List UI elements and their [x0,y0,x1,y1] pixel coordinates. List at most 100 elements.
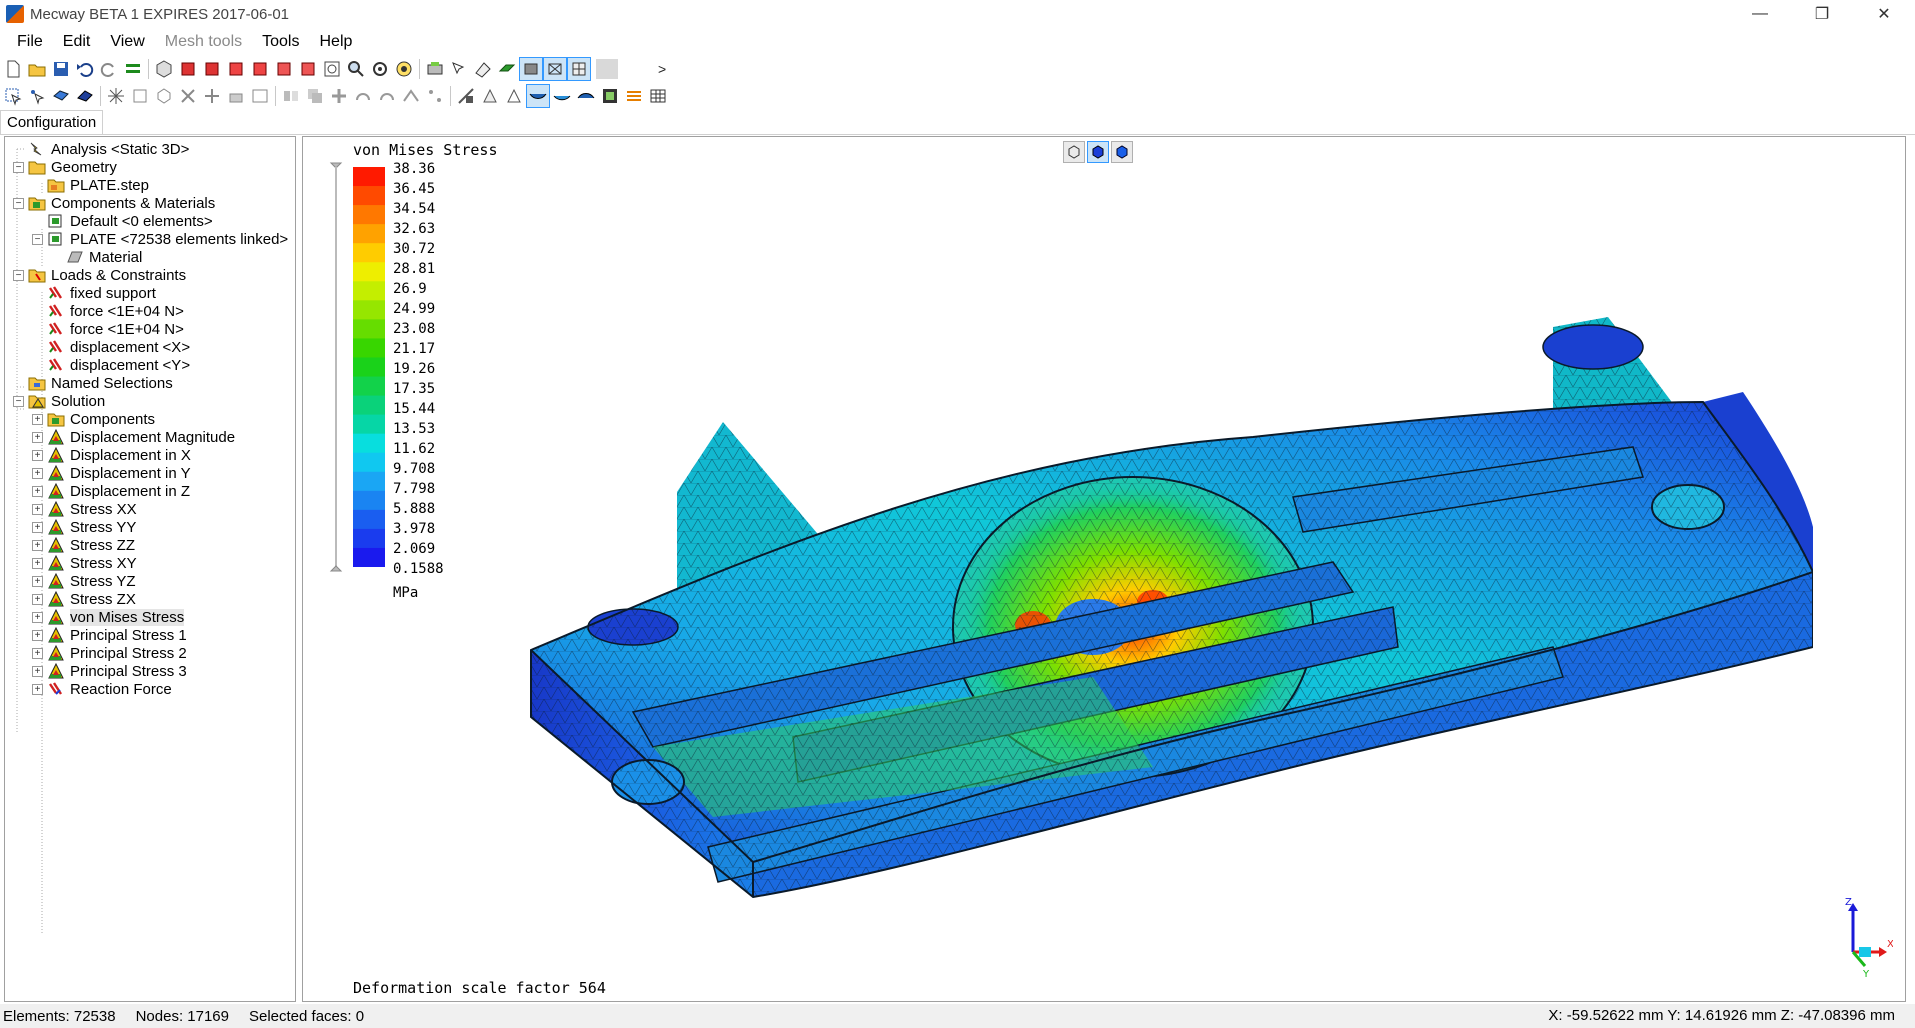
toolbar-scroll-right[interactable]: > [654,61,670,77]
mirror-icon[interactable] [280,85,302,107]
refine-icon[interactable] [201,85,223,107]
expand-icon[interactable]: + [32,557,43,569]
expand-icon[interactable]: + [32,521,43,533]
view-front-icon[interactable] [177,58,199,80]
expand-icon[interactable]: + [32,449,43,461]
legend-value: 15.44 [393,401,436,417]
copy-icon[interactable] [304,85,326,107]
collapse-icon[interactable]: − [32,233,43,245]
zoom-extents-icon[interactable] [321,58,343,80]
redo-icon[interactable] [98,58,120,80]
legend-value: 38.36 [393,161,436,177]
tree-item-label: fixed support [70,284,156,302]
expand-icon[interactable]: + [32,575,43,587]
expand-icon[interactable]: + [32,431,43,443]
wireframe-view-icon[interactable] [543,57,567,81]
solid-view-icon[interactable] [519,57,543,81]
menu-file[interactable]: File [7,30,53,54]
select-nodes-icon[interactable] [26,85,48,107]
deformed-shape-icon[interactable] [551,85,573,107]
menu-view[interactable]: View [100,30,154,54]
undo-icon[interactable] [74,58,96,80]
menu-help[interactable]: Help [309,30,362,54]
menu-tools[interactable]: Tools [252,30,309,54]
axis-label-y: Y [1862,969,1870,977]
view-back-icon[interactable] [201,58,223,80]
annotate-icon[interactable] [503,85,525,107]
tree-item[interactable]: + Reaction Force [32,678,172,700]
display-options-icon[interactable] [424,58,446,80]
measure-icon[interactable] [455,85,477,107]
menu-mesh-tools[interactable]: Mesh tools [155,30,252,54]
probe-icon[interactable] [479,85,501,107]
legend-range-slider[interactable] [329,161,343,573]
table-icon[interactable] [647,85,669,107]
extrude-icon[interactable] [225,85,247,107]
vector-plot-icon[interactable] [623,85,645,107]
cut-plane-icon[interactable] [472,58,494,80]
new-file-icon[interactable] [2,58,24,80]
view-left-icon[interactable] [225,58,247,80]
legend-swatch [353,490,385,511]
rotate-mesh-icon[interactable] [376,85,398,107]
minimize-button[interactable]: — [1729,0,1791,28]
legend-value: 0.1588 [393,561,444,577]
shaded-cube-icon[interactable] [1111,141,1133,163]
tab-configuration[interactable]: Configuration [0,110,104,134]
expand-icon[interactable]: + [32,665,43,677]
tree-item-label: Stress YY [70,518,137,536]
save-icon[interactable] [50,58,72,80]
select-mode-icon[interactable] [448,58,470,80]
view-right-icon[interactable] [249,58,271,80]
select-faces-icon[interactable] [50,85,72,107]
revolve-icon[interactable] [249,85,271,107]
select-edges-icon[interactable] [74,85,96,107]
explode-icon[interactable] [105,85,127,107]
open-folder-icon[interactable] [26,58,48,80]
mesh-lines-icon[interactable] [567,57,591,81]
tree-item-label: Components [70,410,156,428]
solid-cube-icon[interactable] [1087,141,1109,163]
expand-icon[interactable]: + [32,647,43,659]
view-top-icon[interactable] [273,58,295,80]
expand-icon[interactable]: + [32,539,43,551]
move-icon[interactable] [328,85,350,107]
tree-item-label: displacement <X> [70,338,191,356]
restore-button[interactable]: ❐ [1791,0,1853,28]
delete-icon[interactable] [177,85,199,107]
view-bottom-icon[interactable] [297,58,319,80]
contour-plot-icon[interactable] [526,84,550,108]
fea-stress-contour-model[interactable] [453,207,1813,987]
expand-icon[interactable]: + [32,593,43,605]
expand-icon[interactable]: + [32,611,43,623]
collapse-icon[interactable]: − [13,269,24,281]
node-tool-icon[interactable] [129,85,151,107]
graphics-viewport[interactable]: von Mises Stress 38.36 36.45 34.54 32.63 30.… [302,136,1906,1002]
expand-icon[interactable]: + [32,629,43,641]
expand-icon[interactable]: + [32,683,43,695]
wireframe-cube-icon[interactable] [1063,141,1085,163]
expand-icon[interactable]: + [32,485,43,497]
join-icon[interactable] [400,85,422,107]
split-icon[interactable] [424,85,446,107]
expand-icon[interactable]: + [32,413,43,425]
solve-icon[interactable] [122,58,144,80]
view-isometric-icon[interactable] [153,58,175,80]
legend-swatch [353,281,385,301]
menu-edit[interactable]: Edit [53,30,101,54]
collapse-icon[interactable]: − [13,395,24,407]
close-button[interactable]: ✕ [1853,0,1915,28]
zoom-icon[interactable] [345,58,367,80]
scale-icon[interactable] [352,85,374,107]
surface-shading-icon[interactable] [496,58,518,80]
animation-icon[interactable] [575,85,597,107]
film-icon[interactable] [599,85,621,107]
expand-icon[interactable]: + [32,503,43,515]
pan-icon[interactable] [393,58,415,80]
rotate-icon[interactable] [369,58,391,80]
collapse-icon[interactable]: − [13,197,24,209]
expand-icon[interactable]: + [32,467,43,479]
element-tool-icon[interactable] [153,85,175,107]
select-elements-icon[interactable] [2,85,24,107]
collapse-icon[interactable]: − [13,161,24,173]
